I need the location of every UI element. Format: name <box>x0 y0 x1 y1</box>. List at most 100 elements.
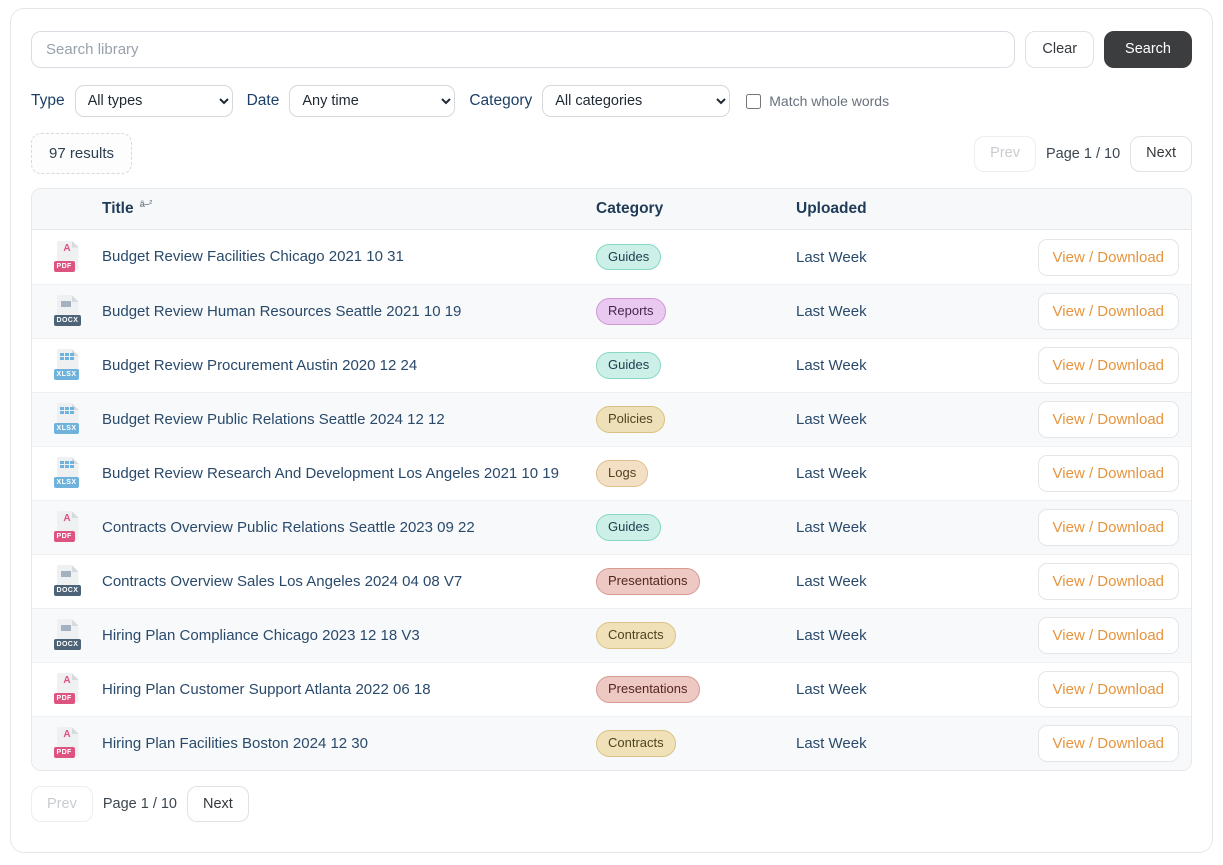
category-column-header: Category <box>596 200 664 217</box>
view-download-button[interactable]: View / Download <box>1037 347 1179 384</box>
pdf-file-icon: A pdf <box>53 240 81 274</box>
document-title: Hiring Plan Compliance Chicago 2023 12 1… <box>102 626 420 644</box>
category-filter-select[interactable]: All categories <box>542 85 731 117</box>
view-download-button[interactable]: View / Download <box>1037 563 1179 600</box>
match-whole-words-label: Match whole words <box>769 93 890 109</box>
category-badge: Policies <box>596 406 665 433</box>
search-bar: Clear Search <box>31 31 1192 68</box>
pdf-file-icon: A pdf <box>53 673 81 706</box>
type-filter-select[interactable]: All types <box>74 85 233 117</box>
prev-button[interactable]: Prev <box>974 135 1036 172</box>
uploaded-cell: Last Week <box>796 248 867 266</box>
document-title: Contracts Overview Public Relations Seat… <box>102 518 475 536</box>
category-badge: Guides <box>596 352 662 379</box>
uploaded-cell: Last Week <box>796 573 867 590</box>
table-row: docx Hiring Plan Compliance Chicago 2023… <box>32 608 1191 662</box>
document-title: Budget Review Procurement Austin 2020 12… <box>102 356 418 374</box>
view-download-button[interactable]: View / Download <box>1037 238 1179 276</box>
view-download-button[interactable]: View / Download <box>1037 293 1179 330</box>
date-filter-select[interactable]: Any time <box>289 85 456 117</box>
category-filter-label: Category <box>469 92 533 109</box>
table-row: xlsx Budget Review Research And Developm… <box>32 446 1191 500</box>
filter-bar: Type All types Date Any time Category Al… <box>31 85 1192 117</box>
clear-button[interactable]: Clear <box>1025 31 1095 68</box>
results-table: Title â–² Category Uploaded A pdf Budget … <box>31 188 1192 771</box>
next-button[interactable]: Next <box>187 786 249 822</box>
file-extension-label: xlsx <box>53 423 80 434</box>
file-extension-label: pdf <box>53 693 75 704</box>
uploaded-cell: Last Week <box>796 519 867 536</box>
match-whole-words-checkbox[interactable] <box>746 93 762 109</box>
xlsx-file-icon: xlsx <box>53 457 81 490</box>
table-row: A pdf Hiring Plan Facilities Boston 2024… <box>32 716 1191 770</box>
docx-file-icon: docx <box>53 565 82 598</box>
file-extension-label: pdf <box>53 260 75 272</box>
view-download-button[interactable]: View / Download <box>1037 509 1179 546</box>
file-extension-label: docx <box>53 315 82 326</box>
next-button[interactable]: Next <box>1130 135 1192 172</box>
table-row: A pdf Budget Review Facilities Chicago 2… <box>32 230 1191 284</box>
category-badge: Guides <box>596 243 662 271</box>
uploaded-column-header: Uploaded <box>796 200 867 217</box>
page-indicator: Page 1 / 10 <box>1046 145 1121 162</box>
view-download-button[interactable]: View / Download <box>1037 401 1179 438</box>
results-count-badge: 97 results <box>31 133 133 174</box>
title-column-label: Title <box>102 200 134 217</box>
category-badge: Logs <box>596 460 649 487</box>
uploaded-cell: Last Week <box>796 627 867 644</box>
docx-file-icon: docx <box>53 619 82 652</box>
file-extension-label: xlsx <box>53 369 80 380</box>
uploaded-cell: Last Week <box>796 681 867 698</box>
table-row: xlsx Budget Review Public Relations Seat… <box>32 392 1191 446</box>
category-badge: Reports <box>596 298 666 325</box>
view-download-button[interactable]: View / Download <box>1037 725 1179 762</box>
category-badge: Contracts <box>596 622 676 649</box>
title-column-header[interactable]: Title â–² <box>102 189 596 229</box>
category-badge: Presentations <box>596 676 700 703</box>
uploaded-cell: Last Week <box>796 303 867 320</box>
view-download-button[interactable]: View / Download <box>1037 617 1179 654</box>
search-button[interactable]: Search <box>1104 31 1192 68</box>
document-title: Hiring Plan Customer Support Atlanta 202… <box>102 680 431 698</box>
bottom-pagination: Prev Page 1 / 10 Next <box>31 786 1192 822</box>
table-row: xlsx Budget Review Procurement Austin 20… <box>32 338 1191 392</box>
table-body: A pdf Budget Review Facilities Chicago 2… <box>32 230 1191 770</box>
library-panel: Clear Search Type All types Date Any tim… <box>10 8 1213 853</box>
document-title: Budget Review Human Resources Seattle 20… <box>102 302 462 320</box>
document-title: Budget Review Research And Development L… <box>102 464 559 482</box>
view-download-button[interactable]: View / Download <box>1037 671 1179 708</box>
category-badge: Contracts <box>596 730 676 757</box>
top-pagination: Prev Page 1 / 10 Next <box>974 135 1192 172</box>
xlsx-file-icon: xlsx <box>53 403 81 436</box>
uploaded-cell: Last Week <box>796 411 867 428</box>
docx-file-icon: docx <box>53 295 82 328</box>
uploaded-cell: Last Week <box>796 357 867 374</box>
table-row: A pdf Contracts Overview Public Relation… <box>32 500 1191 554</box>
table-row: A pdf Hiring Plan Customer Support Atlan… <box>32 662 1191 716</box>
pdf-file-icon: A pdf <box>53 727 81 760</box>
sort-ascending-indicator: â–² <box>139 199 153 210</box>
file-extension-label: pdf <box>53 531 75 542</box>
date-filter-label: Date <box>246 92 280 109</box>
page-indicator: Page 1 / 10 <box>102 796 177 812</box>
pdf-file-icon: A pdf <box>53 511 81 544</box>
uploaded-cell: Last Week <box>796 735 867 752</box>
file-extension-label: docx <box>53 585 82 596</box>
uploaded-cell: Last Week <box>796 465 867 482</box>
file-extension-label: xlsx <box>53 477 80 488</box>
view-download-button[interactable]: View / Download <box>1037 455 1179 492</box>
search-input[interactable] <box>31 31 1016 68</box>
table-row: docx Contracts Overview Sales Los Angele… <box>32 554 1191 608</box>
document-title: Budget Review Public Relations Seattle 2… <box>102 410 445 428</box>
document-title: Contracts Overview Sales Los Angeles 202… <box>102 572 463 590</box>
prev-button[interactable]: Prev <box>31 786 93 822</box>
results-header: 97 results Prev Page 1 / 10 Next <box>31 133 1192 174</box>
match-whole-words-option[interactable]: Match whole words <box>746 93 889 109</box>
document-title: Hiring Plan Facilities Boston 2024 12 30 <box>102 734 368 752</box>
category-badge: Guides <box>596 514 662 541</box>
document-title: Budget Review Facilities Chicago 2021 10… <box>102 248 404 266</box>
xlsx-file-icon: xlsx <box>53 349 81 382</box>
table-header-row: Title â–² Category Uploaded <box>32 189 1191 230</box>
type-filter-label: Type <box>31 92 65 109</box>
category-badge: Presentations <box>596 568 700 595</box>
